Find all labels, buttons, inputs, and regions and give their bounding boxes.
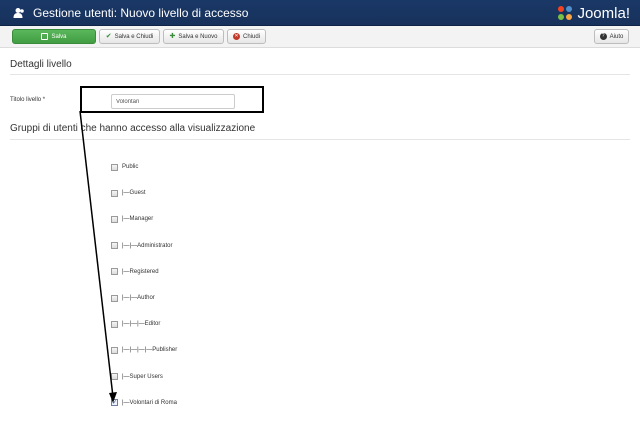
close-button-label: Chiudi [242,33,260,40]
title-label: Titolo livello * [10,97,46,103]
close-icon: ✕ [232,33,240,40]
toolbar: Salva ✔ Salva e Chiudi ✚ Salva e Nuovo ✕… [0,26,640,48]
save-icon [41,33,49,40]
group-checkbox[interactable] [111,320,118,328]
joomla-logo-icon [558,6,573,20]
group-item[interactable]: |—Guest [111,188,146,198]
group-checkbox[interactable] [111,189,118,197]
group-checkbox[interactable] [111,242,118,250]
group-label: |—|—|—Editor [122,321,161,328]
group-item[interactable]: ✓ |—Volontari di Roma [111,398,177,408]
highlight-annotation-box [80,86,264,113]
group-item[interactable]: |—Super Users [111,372,163,382]
joomla-logo: Joomla! [556,3,630,23]
save-button-label: Salva [51,33,67,40]
help-button[interactable]: ? Aiuto [594,29,629,44]
group-label: |—Volontari di Roma [122,399,177,406]
help-icon: ? [599,33,607,40]
group-item[interactable]: |—|—Administrator [111,241,172,251]
group-label: |—Manager [122,216,154,223]
group-item[interactable]: |—|—|—Editor [111,319,160,329]
plus-icon: ✚ [169,33,176,40]
group-label: |—|—Administrator [122,242,173,249]
group-checkbox[interactable] [111,268,118,276]
group-label: |—|—|—|—Publisher [122,347,178,354]
details-divider [10,74,630,75]
group-label: |—Super Users [122,373,163,380]
group-checkbox[interactable] [111,373,118,381]
close-button[interactable]: ✕ Chiudi [227,29,266,44]
group-checkbox[interactable]: ✓ [111,399,118,407]
details-section-title: Dettagli livello [10,59,72,70]
check-icon: ✔ [105,33,112,40]
annotation-arrow [79,110,117,403]
app-header: Gestione utenti: Nuovo livello di access… [0,0,640,26]
groups-divider [10,139,630,140]
save-new-button-label: Salva e Nuovo [178,33,218,40]
group-label: Public [122,164,139,170]
group-item[interactable]: Public [111,162,138,172]
save-new-button[interactable]: ✚ Salva e Nuovo [163,29,224,44]
logo-text: Joomla! [577,4,630,22]
group-item[interactable]: |—Registered [111,267,159,277]
group-checkbox[interactable] [111,294,118,302]
group-label: |—Registered [122,268,159,275]
group-item[interactable]: |—|—Author [111,293,155,303]
page-title: Gestione utenti: Nuovo livello di access… [33,6,249,20]
group-item[interactable]: |—|—|—|—Publisher [111,345,177,355]
group-checkbox[interactable] [111,163,118,171]
save-close-button-label: Salva e Chiudi [114,33,154,40]
save-button[interactable]: Salva [12,29,96,44]
save-close-button[interactable]: ✔ Salva e Chiudi [99,29,160,44]
group-label: |—Guest [122,190,146,197]
group-checkbox[interactable] [111,346,118,354]
help-button-label: Aiuto [609,33,624,40]
groups-section-title: Gruppi di utenti che hanno accesso alla … [10,123,256,134]
users-icon [13,8,24,18]
group-label: |—|—Author [122,295,155,301]
group-checkbox[interactable] [111,215,118,223]
group-item[interactable]: |—Manager [111,214,153,224]
